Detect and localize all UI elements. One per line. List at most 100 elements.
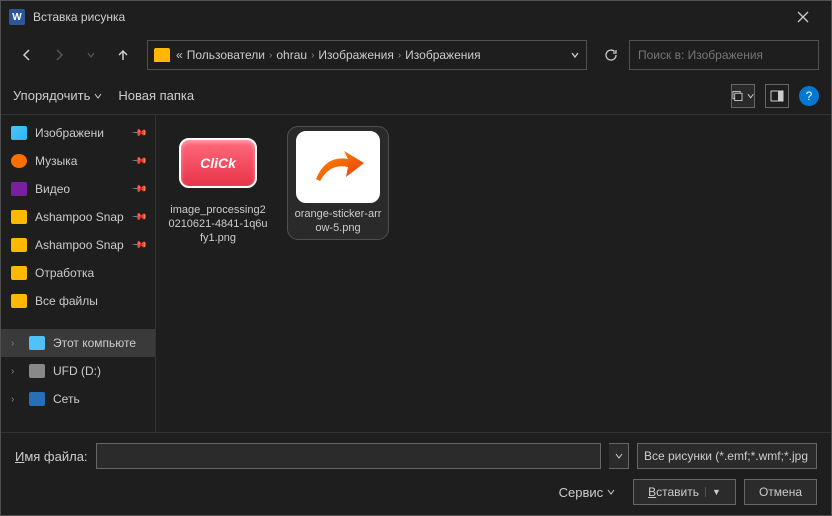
file-name: orange-sticker-arrow-5.png	[292, 207, 384, 235]
chevron-right-icon: ›	[11, 338, 21, 349]
sidebar: Изображени 📌 Музыка 📌 Видео 📌 Ashampoo S…	[1, 115, 156, 432]
help-button[interactable]: ?	[799, 86, 819, 106]
sidebar-item-label: Музыка	[35, 154, 77, 168]
view-mode-button[interactable]	[731, 84, 755, 108]
file-thumbnail: CliCk	[176, 127, 260, 199]
pin-icon: 📌	[130, 181, 147, 198]
folder-icon	[154, 48, 170, 62]
sidebar-item-label: UFD (D:)	[53, 364, 101, 378]
chevron-down-icon	[607, 488, 615, 496]
folder-icon	[11, 294, 27, 308]
preview-pane-button[interactable]	[765, 84, 789, 108]
refresh-icon	[604, 48, 618, 62]
sidebar-item-label: Все файлы	[35, 294, 98, 308]
drive-icon	[29, 364, 45, 378]
chevron-right-icon: ›	[269, 50, 272, 61]
chevron-right-icon: ›	[398, 50, 401, 61]
folder-icon	[11, 266, 27, 280]
chevron-down-icon	[86, 50, 96, 60]
close-icon	[797, 11, 809, 23]
sidebar-item-video[interactable]: Видео 📌	[1, 175, 155, 203]
close-button[interactable]	[783, 1, 823, 33]
back-button[interactable]	[13, 41, 41, 69]
filter-label: Все рисунки (*.emf;*.wmf;*.jpg	[644, 449, 808, 463]
new-folder-button[interactable]: Новая папка	[118, 88, 194, 103]
sidebar-item-label: Отработка	[35, 266, 94, 280]
insert-picture-dialog: W Вставка рисунка « Пользователи › ohrau…	[0, 0, 832, 516]
breadcrumb[interactable]: « Пользователи › ohrau › Изображения › И…	[147, 40, 587, 70]
organize-label: Упорядочить	[13, 88, 90, 103]
filename-input[interactable]	[96, 443, 601, 469]
chevron-right-icon: ›	[11, 366, 21, 377]
pin-icon: 📌	[130, 209, 147, 226]
app-icon: W	[9, 9, 25, 25]
sidebar-item-label: Ashampoo Snap	[35, 238, 124, 252]
sidebar-item-label: Видео	[35, 182, 70, 196]
sidebar-item-folder[interactable]: Ashampoo Snap 📌	[1, 231, 155, 259]
arrow-icon	[308, 145, 368, 189]
sidebar-item-folder[interactable]: Ashampoo Snap 📌	[1, 203, 155, 231]
organize-menu[interactable]: Упорядочить	[13, 88, 102, 103]
file-item[interactable]: CliCk image_processing20210621-4841-1q6u…	[168, 127, 268, 245]
filename-label: Имя файла:	[15, 449, 88, 464]
breadcrumb-segment[interactable]: Изображения	[318, 48, 393, 62]
file-type-filter[interactable]: Все рисунки (*.emf;*.wmf;*.jpg	[637, 443, 817, 469]
pin-icon: 📌	[130, 153, 147, 170]
preview-icon	[770, 90, 784, 102]
chevron-down-icon: ▼	[705, 487, 721, 497]
arrow-left-icon	[20, 48, 34, 62]
breadcrumb-segment[interactable]: Изображения	[405, 48, 480, 62]
filename-dropdown[interactable]	[609, 443, 629, 469]
sidebar-item-label: Изображени	[35, 126, 104, 140]
insert-button[interactable]: Вставить ▼	[633, 479, 736, 505]
arrow-right-icon	[52, 48, 66, 62]
window-title: Вставка рисунка	[33, 10, 783, 24]
sidebar-item-folder[interactable]: Отработка	[1, 259, 155, 287]
sidebar-item-folder[interactable]: Все файлы	[1, 287, 155, 315]
footer: Имя файла: Все рисунки (*.emf;*.wmf;*.jp…	[1, 432, 831, 515]
navigation-bar: « Пользователи › ohrau › Изображения › И…	[1, 33, 831, 77]
breadcrumb-segment[interactable]: Пользователи	[187, 48, 265, 62]
search-input[interactable]	[629, 40, 819, 70]
chevron-down-icon	[747, 92, 754, 100]
sidebar-item-label: Ashampoo Snap	[35, 210, 124, 224]
file-thumbnail	[296, 131, 380, 203]
chevron-right-icon: ›	[311, 50, 314, 61]
folder-icon	[11, 210, 27, 224]
dialog-body: Изображени 📌 Музыка 📌 Видео 📌 Ashampoo S…	[1, 115, 831, 432]
music-icon	[11, 154, 27, 168]
sidebar-item-music[interactable]: Музыка 📌	[1, 147, 155, 175]
file-list[interactable]: CliCk image_processing20210621-4841-1q6u…	[156, 115, 831, 432]
sidebar-item-label: Сеть	[53, 392, 80, 406]
refresh-button[interactable]	[597, 41, 625, 69]
up-button[interactable]	[109, 41, 137, 69]
file-item[interactable]: orange-sticker-arrow-5.png	[288, 127, 388, 239]
pc-icon	[29, 336, 45, 350]
file-name: image_processing20210621-4841-1q6ufy1.pn…	[168, 203, 268, 245]
chevron-right-icon: ›	[11, 394, 21, 405]
breadcrumb-segment[interactable]: ohrau	[276, 48, 307, 62]
recent-dropdown[interactable]	[77, 41, 105, 69]
arrow-up-icon	[116, 48, 130, 62]
sidebar-item-drive[interactable]: › UFD (D:)	[1, 357, 155, 385]
titlebar: W Вставка рисунка	[1, 1, 831, 33]
sidebar-item-network[interactable]: › Сеть	[1, 385, 155, 413]
sidebar-item-this-pc[interactable]: › Этот компьюте	[1, 329, 155, 357]
toolbar: Упорядочить Новая папка ?	[1, 77, 831, 115]
forward-button[interactable]	[45, 41, 73, 69]
video-icon	[11, 182, 27, 196]
tools-label: Сервис	[559, 485, 604, 500]
sidebar-item-images[interactable]: Изображени 📌	[1, 119, 155, 147]
folder-icon	[11, 238, 27, 252]
cancel-button[interactable]: Отмена	[744, 479, 817, 505]
pin-icon: 📌	[130, 125, 147, 142]
chevron-down-icon[interactable]	[570, 50, 580, 60]
pin-icon: 📌	[130, 237, 147, 254]
images-icon	[11, 126, 27, 140]
tools-menu[interactable]: Сервис	[559, 485, 616, 500]
sidebar-item-label: Этот компьюте	[53, 336, 136, 350]
chevron-down-icon	[94, 92, 102, 100]
view-icon	[732, 90, 745, 102]
breadcrumb-prefix: «	[176, 48, 183, 62]
network-icon	[29, 392, 45, 406]
